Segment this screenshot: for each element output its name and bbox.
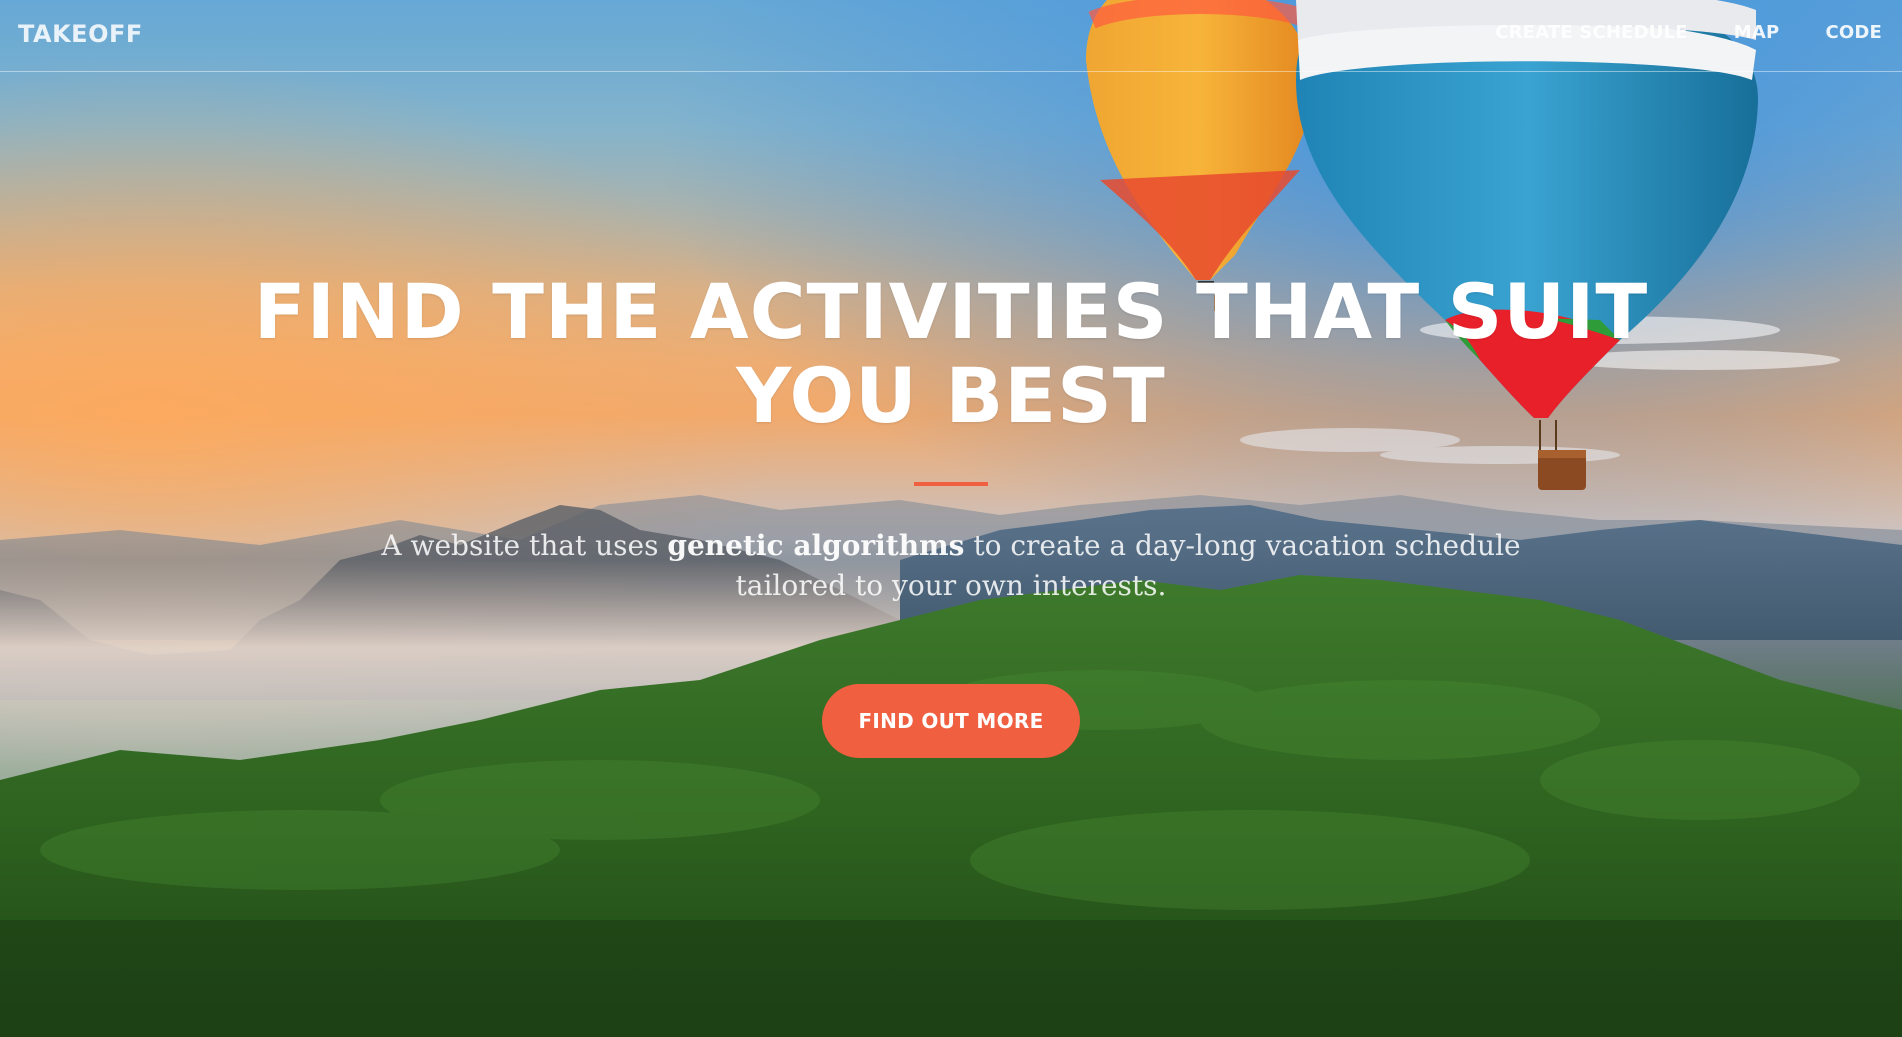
nav-link-map[interactable]: MAP <box>1734 22 1780 43</box>
hero-section: FIND THE ACTIVITIES THAT SUIT YOU BEST A… <box>0 270 1902 758</box>
nav-links: CREATE SCHEDULE MAP CODE <box>1495 22 1882 43</box>
hero-subtitle-emphasis: genetic algorithms <box>667 529 965 562</box>
lake-reflection <box>0 920 1902 1037</box>
landing-page: TAKEOFF CREATE SCHEDULE MAP CODE FIND TH… <box>0 0 1902 1037</box>
navbar: TAKEOFF CREATE SCHEDULE MAP CODE <box>0 0 1902 72</box>
hero-divider <box>914 482 988 486</box>
nav-link-create-schedule[interactable]: CREATE SCHEDULE <box>1495 22 1688 43</box>
nav-link-code[interactable]: CODE <box>1825 22 1882 43</box>
brand-logo-link[interactable]: TAKEOFF <box>18 20 143 48</box>
hero-subtitle: A website that uses genetic algorithms t… <box>341 526 1561 606</box>
hero-subtitle-lead: A website that uses <box>381 529 668 562</box>
find-out-more-button[interactable]: FIND OUT MORE <box>822 684 1080 758</box>
hero-heading: FIND THE ACTIVITIES THAT SUIT YOU BEST <box>253 267 1649 440</box>
